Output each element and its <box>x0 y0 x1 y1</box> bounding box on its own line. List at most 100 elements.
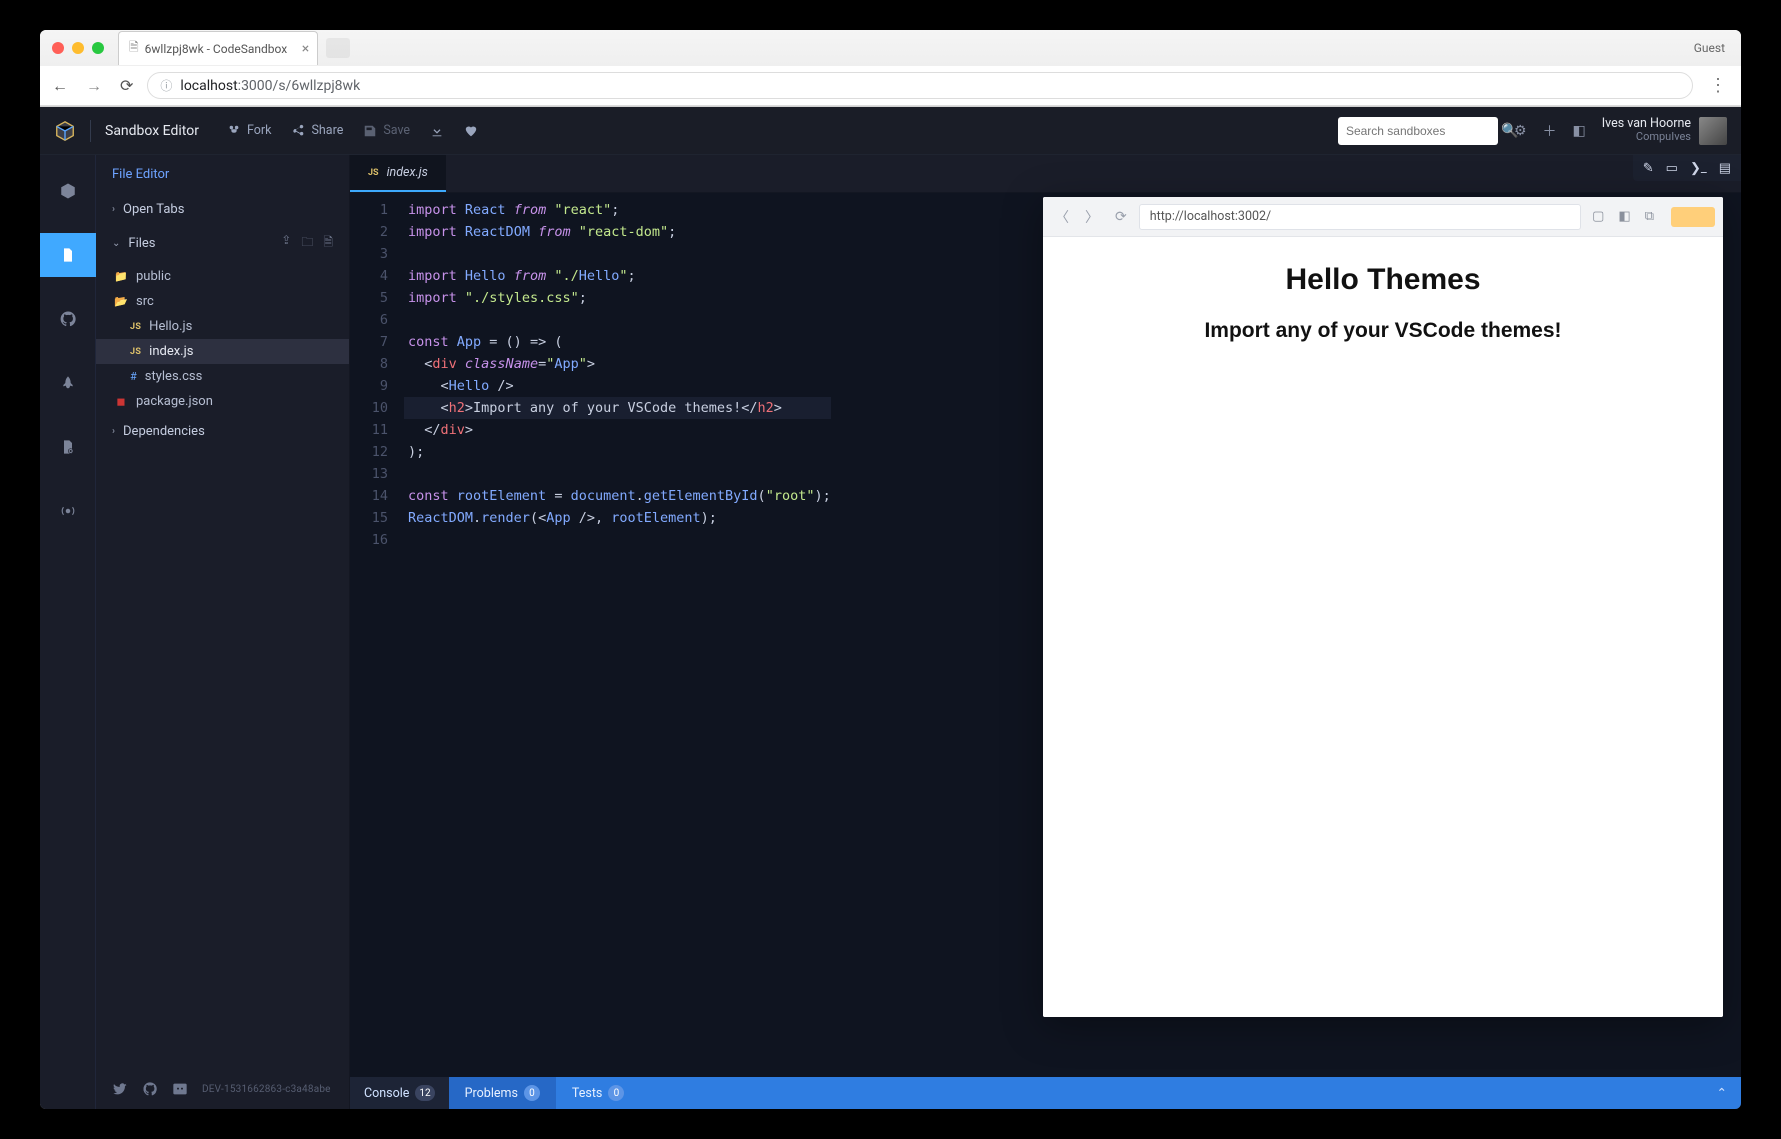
cube-icon[interactable]: ◧ <box>1573 123 1586 139</box>
editor-tab-index[interactable]: JS index.js <box>350 155 446 192</box>
preview-h1: Hello Themes <box>1285 263 1480 297</box>
folder-public[interactable]: 📁 public <box>96 264 349 289</box>
twitter-icon[interactable] <box>112 1081 128 1097</box>
preview-reload-icon[interactable]: ⟳ <box>1111 209 1131 225</box>
discord-icon[interactable] <box>172 1081 188 1097</box>
app-title: Sandbox Editor <box>105 123 199 139</box>
file-actions: ⇪ 🗀 🗎 <box>281 233 333 254</box>
open-tabs-section[interactable]: › Open Tabs <box>96 194 349 225</box>
fork-label: Fork <box>247 123 271 138</box>
layout-split-icon[interactable]: ◧ <box>1615 209 1633 224</box>
minimize-window-icon[interactable] <box>72 42 84 54</box>
github-footer-icon[interactable] <box>142 1081 158 1097</box>
preview-url-input[interactable]: http://localhost:3002/ <box>1139 204 1581 230</box>
folder-src[interactable]: 📂 src <box>96 289 349 314</box>
rail-github-icon[interactable] <box>40 297 96 341</box>
layout-single-icon[interactable]: ▢ <box>1589 209 1607 224</box>
rail-files-icon[interactable] <box>40 233 96 277</box>
layout-grid-icon[interactable]: ▤ <box>1719 161 1731 176</box>
terminal-icon[interactable]: ❯_ <box>1690 161 1707 176</box>
status-console[interactable]: Console 12 <box>350 1077 449 1109</box>
settings-icon[interactable]: ⚙ <box>1514 123 1527 139</box>
browser-tab-title: 6wllzpj8wk - CodeSandbox <box>145 42 288 56</box>
status-tests[interactable]: Tests 0 <box>556 1077 640 1109</box>
build-tag: DEV-1531662863-c3a48abe <box>202 1084 331 1095</box>
url-port: :3000 <box>238 78 273 94</box>
guest-label: Guest <box>1694 41 1733 55</box>
problems-label: Problems <box>465 1086 518 1101</box>
browser-tab[interactable]: 🗎 6wllzpj8wk - CodeSandbox × <box>118 31 318 65</box>
share-label: Share <box>311 123 343 138</box>
app-topbar: Sandbox Editor Fork Share Save <box>40 107 1741 155</box>
status-problems[interactable]: Problems 0 <box>449 1077 556 1109</box>
save-button[interactable]: Save <box>363 123 410 138</box>
files-label: Files <box>128 236 155 251</box>
preview-forward-icon[interactable]: 〉 <box>1081 207 1103 227</box>
new-file-icon[interactable]: 🗎 <box>323 233 333 254</box>
rail-config-icon[interactable] <box>40 425 96 469</box>
status-collapse-icon[interactable]: ⌃ <box>1703 1085 1741 1101</box>
divider <box>90 120 91 142</box>
url-text: localhost:3000/s/6wllzpj8wk <box>180 78 360 94</box>
preview-h2: Import any of your VSCode themes! <box>1204 319 1561 343</box>
browser-menu-icon[interactable]: ⋮ <box>1703 75 1733 96</box>
new-folder-icon[interactable]: 🗀 <box>301 233 313 254</box>
reload-button[interactable]: ⟳ <box>116 76 137 95</box>
open-external-icon[interactable]: ⧉ <box>1642 209 1657 224</box>
console-count: 12 <box>415 1085 434 1101</box>
maximize-window-icon[interactable] <box>92 42 104 54</box>
close-tab-icon[interactable]: × <box>302 41 309 57</box>
layout-preview-icon[interactable]: ▭ <box>1666 161 1678 176</box>
share-button[interactable]: Share <box>291 123 343 138</box>
file-hello-js[interactable]: JS Hello.js <box>96 314 349 339</box>
close-window-icon[interactable] <box>52 42 64 54</box>
problems-count: 0 <box>524 1085 540 1101</box>
files-section[interactable]: ⌄ Files ⇪ 🗀 🗎 <box>96 225 349 262</box>
search-sandboxes[interactable]: 🔍 <box>1338 117 1498 145</box>
download-button[interactable] <box>430 124 444 138</box>
fork-button[interactable]: Fork <box>227 123 271 138</box>
sidebar-title: File Editor <box>96 155 349 194</box>
code-content[interactable]: import React from "react";import ReactDO… <box>398 193 831 1077</box>
editor-zone: ✎ ▭ ❯_ ▤ JS index.js 1234567891011121314… <box>350 155 1741 1109</box>
dependencies-section[interactable]: › Dependencies <box>96 416 349 447</box>
preview-back-icon[interactable]: 〈 <box>1051 207 1073 227</box>
rail-sandbox-icon[interactable] <box>40 169 96 213</box>
like-button[interactable] <box>464 124 478 138</box>
file-label: styles.css <box>145 369 203 384</box>
forward-button[interactable]: → <box>82 76 106 96</box>
new-tab-button[interactable] <box>326 38 350 58</box>
url-path: /s/6wllzpj8wk <box>273 78 361 94</box>
search-input[interactable] <box>1346 124 1501 138</box>
url-input[interactable]: ⓘ localhost:3000/s/6wllzpj8wk <box>147 72 1693 99</box>
rail-deploy-icon[interactable] <box>40 361 96 405</box>
line-gutter: 12345678910111213141516 <box>350 193 398 1077</box>
css-file-icon: # <box>130 370 137 383</box>
editor-tab-label: index.js <box>387 165 428 180</box>
user-name: Ives van Hoorne <box>1602 117 1691 131</box>
chevron-down-icon: ⌄ <box>112 238 120 249</box>
back-button[interactable]: ← <box>48 76 72 96</box>
new-sandbox-icon[interactable]: ＋ <box>1543 121 1557 141</box>
codesandbox-logo-icon[interactable] <box>54 120 76 142</box>
user-menu[interactable]: Ives van Hoorne CompuIves <box>1602 117 1727 145</box>
file-index-js[interactable]: JS index.js <box>96 339 349 364</box>
preview-toolbar: ✎ ▭ ❯_ ▤ <box>1633 155 1741 181</box>
preview-status-pill <box>1671 207 1715 227</box>
file-styles-css[interactable]: # styles.css <box>96 364 349 389</box>
js-file-icon: JS <box>130 322 141 332</box>
dependencies-label: Dependencies <box>123 424 205 439</box>
pencil-icon[interactable]: ✎ <box>1643 161 1654 176</box>
upload-icon[interactable]: ⇪ <box>281 233 291 254</box>
file-tree: 📁 public 📂 src JS Hello.js JS index.js <box>96 262 349 416</box>
preview-url-text: http://localhost:3002/ <box>1150 209 1271 224</box>
rail-live-icon[interactable] <box>40 489 96 533</box>
avatar <box>1699 117 1727 145</box>
chevron-right-icon: › <box>112 426 115 437</box>
activity-bar <box>40 155 96 1109</box>
browser-chrome: 🗎 6wllzpj8wk - CodeSandbox × Guest ← → ⟳… <box>40 30 1741 107</box>
file-package-json[interactable]: ◼ package.json <box>96 389 349 414</box>
site-info-icon[interactable]: ⓘ <box>160 77 172 94</box>
console-label: Console <box>364 1086 409 1101</box>
js-file-icon: JS <box>368 168 379 178</box>
